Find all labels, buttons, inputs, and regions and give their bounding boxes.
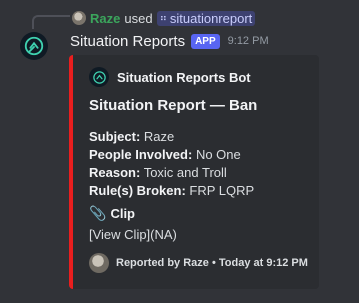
used-text: used [124,10,153,26]
embed-author-icon [89,67,109,87]
message-timestamp[interactable]: 9:12 PM [228,35,269,47]
field-subject: Subject: Raze [89,129,175,144]
bot-avatar[interactable] [20,32,48,60]
paperclip-icon: 📎 [89,205,107,221]
clip-heading-label: Clip [110,206,135,221]
bot-logo-icon [24,36,44,56]
embed-author-name: Situation Reports Bot [117,69,251,85]
reporter-avatar [89,253,109,273]
message-header: Situation Reports APP 9:12 PM [70,31,269,51]
field-people-involved: People Involved: No One [89,147,241,162]
report-embed: Situation Reports Bot Situation Report —… [69,55,319,289]
footer-text: Reported by Raze • Today at 9:12 PM [116,257,308,269]
user-avatar[interactable] [72,11,86,25]
embed-author: Situation Reports Bot [89,67,251,87]
app-badge: APP [191,33,220,49]
reply-connector [32,15,70,29]
command-chip[interactable]: ⠶ situationreport [156,10,256,26]
embed-fields: Subject: Raze People Involved: No One Re… [89,128,254,200]
field-rules-broken: Rule(s) Broken: FRP LQRP [89,183,255,198]
field-reason: Reason: Toxic and Troll [89,165,227,180]
embed-footer: Reported by Raze • Today at 9:12 PM [89,253,308,273]
embed-title: Situation Report — Ban [89,97,258,114]
clip-heading: 📎 Clip [89,205,135,222]
command-name: situationreport [169,10,253,26]
author-name[interactable]: Situation Reports [70,33,185,50]
invoking-user-name[interactable]: Raze [90,11,120,26]
command-invocation: Raze used ⠶ situationreport [72,9,256,27]
clip-link-text: [View Clip](NA) [89,227,177,242]
bot-logo-icon [92,70,106,84]
slash-command-icon: ⠶ [159,12,167,24]
